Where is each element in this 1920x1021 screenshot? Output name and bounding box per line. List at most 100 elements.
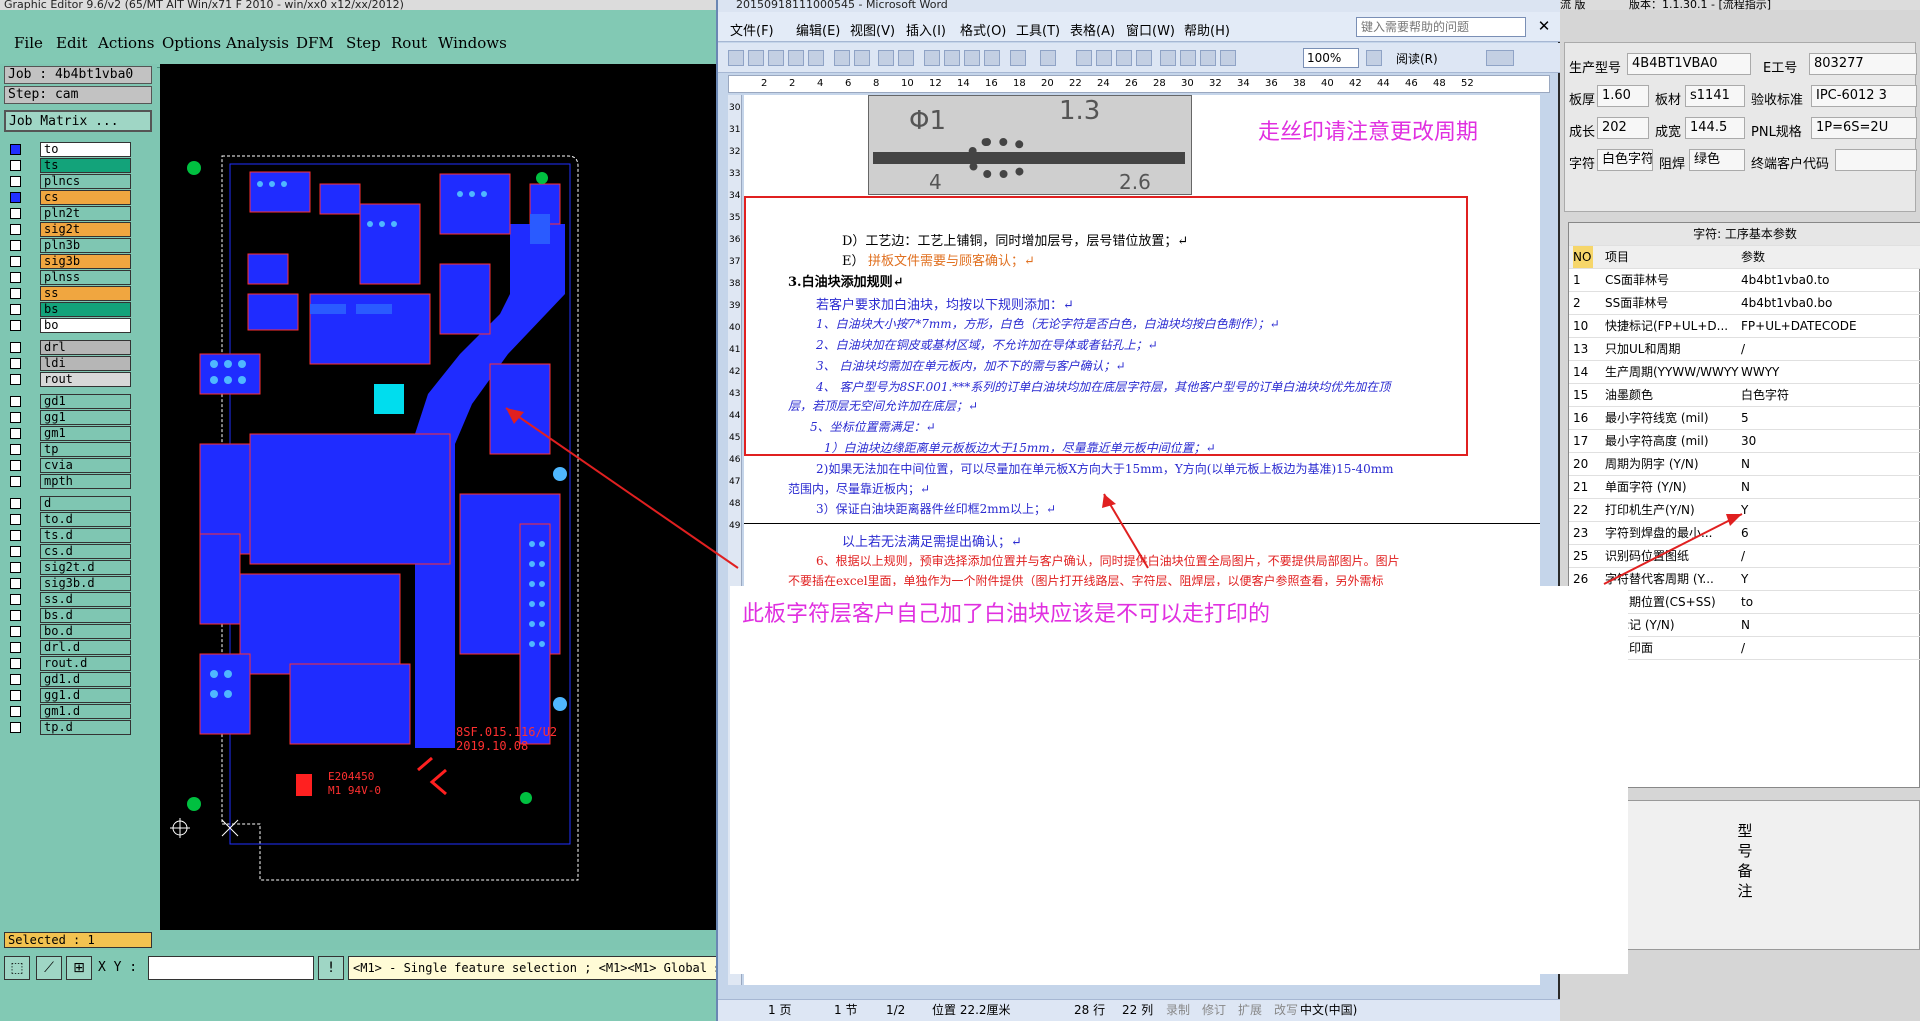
- layer-row-plncs[interactable]: plncs: [8, 174, 131, 190]
- layer-name[interactable]: plnss: [40, 270, 131, 285]
- layer-checkbox[interactable]: [10, 642, 21, 653]
- research-icon[interactable]: [898, 50, 914, 66]
- word-menu-insert[interactable]: 插入(I): [906, 20, 946, 39]
- layer-checkbox[interactable]: [10, 530, 21, 541]
- layer-row-sig3b[interactable]: sig3b: [8, 254, 131, 270]
- layer-name[interactable]: ldi: [40, 356, 131, 371]
- layer-name[interactable]: ss.d: [40, 592, 131, 607]
- layer-name[interactable]: pln2t: [40, 206, 131, 221]
- field-length[interactable]: 202: [1597, 117, 1649, 139]
- layer-checkbox[interactable]: [10, 144, 21, 155]
- table-row[interactable]: 25 识别码位置图纸 /: [1569, 545, 1920, 568]
- layer-row-sig2t[interactable]: sig2t: [8, 222, 131, 238]
- menu-step[interactable]: Step: [346, 34, 381, 52]
- layer-checkbox[interactable]: [10, 192, 21, 203]
- layer-name[interactable]: sig2t.d: [40, 560, 131, 575]
- layer-name[interactable]: gd1.d: [40, 672, 131, 687]
- layer-name[interactable]: plncs: [40, 174, 131, 189]
- job-matrix-button[interactable]: Job Matrix ...: [4, 110, 152, 132]
- layer-row-rout[interactable]: rout: [8, 372, 131, 388]
- field-customer[interactable]: [1835, 149, 1917, 171]
- layer-name[interactable]: gm1.d: [40, 704, 131, 719]
- layer-name[interactable]: gm1: [40, 426, 131, 441]
- save-icon[interactable]: [768, 50, 784, 66]
- print-preview-icon[interactable]: [854, 50, 870, 66]
- layer-name[interactable]: ss: [40, 286, 131, 301]
- menu-actions[interactable]: Actions: [98, 34, 154, 52]
- layer-name[interactable]: sig3b.d: [40, 576, 131, 591]
- layer-row-drl-d[interactable]: drl.d: [8, 640, 131, 656]
- field-material[interactable]: s1141: [1685, 85, 1745, 107]
- open-icon[interactable]: [748, 50, 764, 66]
- layer-row-cs[interactable]: cs: [8, 190, 131, 206]
- menu-analysis[interactable]: Analysis: [226, 34, 289, 52]
- layer-row-sig2t-d[interactable]: sig2t.d: [8, 560, 131, 576]
- layer-checkbox[interactable]: [10, 176, 21, 187]
- layer-checkbox[interactable]: [10, 476, 21, 487]
- white-oil-block[interactable]: [374, 384, 404, 414]
- select-tool-icon[interactable]: ⬚: [4, 956, 30, 980]
- status-ovr[interactable]: 改写: [1274, 1000, 1298, 1020]
- field-thickness[interactable]: 1.60: [1597, 85, 1649, 107]
- layer-row-tp-d[interactable]: tp.d: [8, 720, 131, 736]
- layer-row-drl[interactable]: drl: [8, 340, 131, 356]
- layer-row-sig3b-d[interactable]: sig3b.d: [8, 576, 131, 592]
- word-menu-format[interactable]: 格式(O): [960, 20, 1006, 39]
- layer-row-ts-d[interactable]: ts.d: [8, 528, 131, 544]
- layer-row-bs-d[interactable]: bs.d: [8, 608, 131, 624]
- print-icon[interactable]: [834, 50, 850, 66]
- embedded-image[interactable]: Φ1 1.3 4 2.6: [868, 95, 1192, 195]
- layer-row-cs-d[interactable]: cs.d: [8, 544, 131, 560]
- layer-name[interactable]: ts.d: [40, 528, 131, 543]
- layer-checkbox[interactable]: [10, 722, 21, 733]
- layer-name[interactable]: drl.d: [40, 640, 131, 655]
- status-rec[interactable]: 录制: [1166, 1000, 1190, 1020]
- cut-icon[interactable]: [924, 50, 940, 66]
- table-row[interactable]: 23 字符到焊盘的最小... 6: [1569, 522, 1920, 545]
- menu-rout[interactable]: Rout: [391, 34, 427, 52]
- undo-icon[interactable]: [1010, 50, 1026, 66]
- layer-checkbox[interactable]: [10, 594, 21, 605]
- menu-options[interactable]: Options: [162, 34, 221, 52]
- layer-checkbox[interactable]: [10, 444, 21, 455]
- new-doc-icon[interactable]: [728, 50, 744, 66]
- table-row[interactable]: 16 最小字符线宽 (mil) 5: [1569, 407, 1920, 430]
- layer-checkbox[interactable]: [10, 428, 21, 439]
- layer-checkbox[interactable]: [10, 272, 21, 283]
- layer-name[interactable]: mpth: [40, 474, 131, 489]
- layer-row-ss[interactable]: ss: [8, 286, 131, 302]
- grid-tool-icon[interactable]: ⊞: [66, 956, 92, 980]
- layer-checkbox[interactable]: [10, 706, 21, 717]
- menu-windows[interactable]: Windows: [438, 34, 507, 52]
- layer-row-ss-d[interactable]: ss.d: [8, 592, 131, 608]
- menu-dfm[interactable]: DFM: [296, 34, 334, 52]
- layer-name[interactable]: to.d: [40, 512, 131, 527]
- layer-name[interactable]: bs.d: [40, 608, 131, 623]
- paste-icon[interactable]: [964, 50, 980, 66]
- permission-icon[interactable]: [788, 50, 804, 66]
- layer-checkbox[interactable]: [10, 658, 21, 669]
- layer-name[interactable]: drl: [40, 340, 131, 355]
- layer-checkbox[interactable]: [10, 288, 21, 299]
- layer-name[interactable]: gg1.d: [40, 688, 131, 703]
- table-row[interactable]: 13 只加UL和周期 /: [1569, 338, 1920, 361]
- layer-row-gd1[interactable]: gd1: [8, 394, 131, 410]
- help-search-input[interactable]: 键入需要帮助的问题: [1356, 17, 1526, 37]
- columns-icon[interactable]: [1160, 50, 1176, 66]
- layer-checkbox[interactable]: [10, 578, 21, 589]
- alert-icon[interactable]: !: [318, 956, 344, 980]
- layer-checkbox[interactable]: [10, 256, 21, 267]
- layer-name[interactable]: sig3b: [40, 254, 131, 269]
- layer-name[interactable]: gd1: [40, 394, 131, 409]
- measure-tool-icon[interactable]: ⟋: [36, 956, 62, 980]
- layer-checkbox[interactable]: [10, 562, 21, 573]
- table-row[interactable]: 2 SS面菲林号 4b4bt1vba0.bo: [1569, 292, 1920, 315]
- table-row[interactable]: 14 生产周期(YYWW/WWYY) WWYY: [1569, 361, 1920, 384]
- layer-name[interactable]: tp: [40, 442, 131, 457]
- layer-name[interactable]: rout.d: [40, 656, 131, 671]
- layer-checkbox[interactable]: [10, 374, 21, 385]
- pcb-canvas[interactable]: 8SF.015.116/U2 2019.10.08 E204450 M1 94V…: [160, 64, 718, 930]
- show-hide-icon[interactable]: [1220, 50, 1236, 66]
- layer-row-mpth[interactable]: mpth: [8, 474, 131, 490]
- layer-name[interactable]: cs.d: [40, 544, 131, 559]
